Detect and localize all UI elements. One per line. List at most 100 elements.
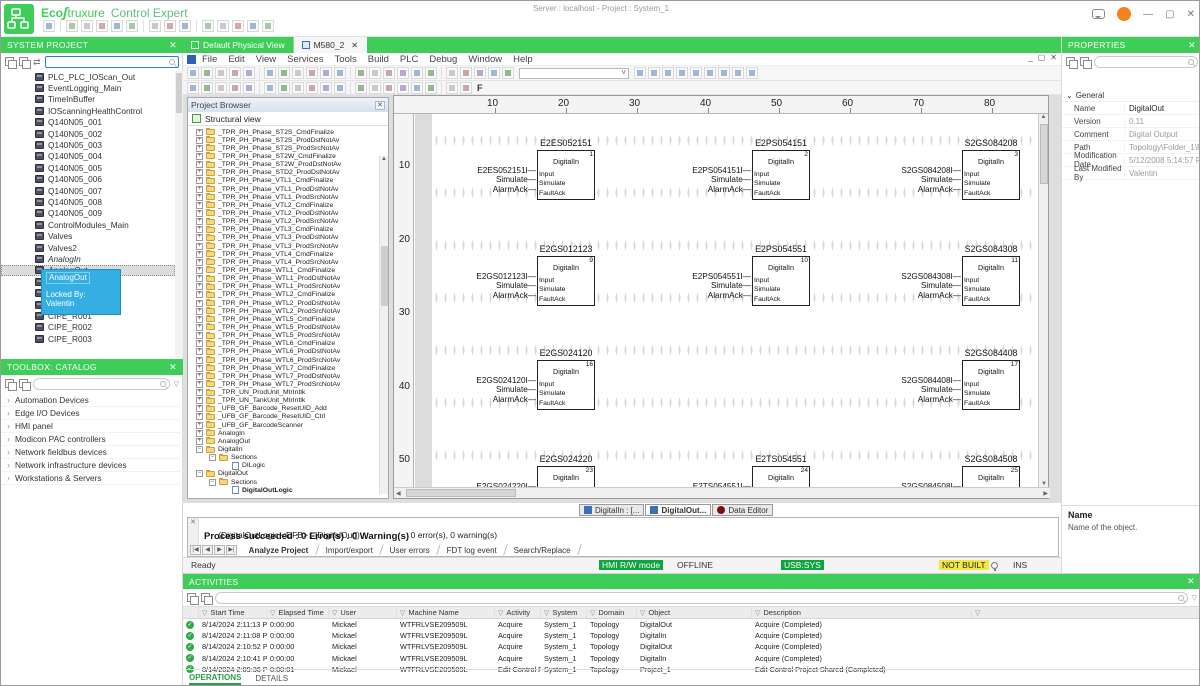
target-icon[interactable] (179, 20, 191, 32)
filter-icon[interactable]: ▽ (1192, 594, 1197, 602)
tree-node[interactable]: +_TPR_PH_Phase_ST2W_CmdFinalize (188, 152, 388, 160)
prev-tab-button[interactable]: ◀ (202, 545, 213, 555)
expand-all-icon[interactable] (5, 379, 15, 389)
tree-node[interactable]: +_TPR_UN_TankUnit_MtrIntlk (188, 397, 388, 405)
tree-node[interactable]: +_TPR_PH_Phase_VTL4_CmdFinalize (188, 250, 388, 258)
toolbox-item-network-fieldbus-devices[interactable]: ›Network fieldbus devices (1, 446, 183, 459)
tree-node[interactable]: +_TPR_PH_Phase_WTL7_ProdSrcNotAv (188, 380, 388, 388)
output-tab-import-export[interactable]: Import/export (316, 544, 384, 555)
column-header-domain[interactable]: ▽Domain (587, 607, 637, 618)
tree-expand-icon[interactable]: + (196, 389, 203, 396)
tree-node[interactable]: +_TPR_PH_Phase_WTL2_ProdDstNotAv (188, 299, 388, 307)
menu-help[interactable]: Help (513, 54, 533, 65)
fbd-tool-icon-18[interactable] (446, 82, 458, 94)
fbd-tool-icon-19[interactable] (460, 82, 472, 94)
tree-node[interactable]: +_TPR_UN_ProdUnit_MtrIntlk (188, 389, 388, 397)
close-tool-icon[interactable] (232, 20, 244, 32)
system-project-close-icon[interactable]: ✕ (169, 40, 177, 51)
tree-node[interactable]: +_TPR_PH_Phase_WTL5_ProdDstNotAv (188, 323, 388, 331)
help-icon[interactable] (262, 20, 274, 32)
tree-expand-icon[interactable]: + (196, 438, 203, 445)
main-tool-icon-18[interactable] (446, 67, 458, 79)
main-tool-icon-13[interactable] (369, 67, 381, 79)
sidebar-item-cipe_r003[interactable]: CIPE_R003 (1, 333, 175, 344)
tree-node[interactable]: +_TPR_PH_Phase_WTL7_ProdDstNotAv (188, 372, 388, 380)
tree-expand-icon[interactable]: + (196, 365, 203, 372)
tree-node[interactable]: −Sections (188, 478, 388, 486)
fbd-canvas[interactable]: E2ES0521511DigitalInInputSimulateFaultAc… (432, 114, 1040, 488)
doc-tab-digitalout-[interactable]: DigitalOut... (645, 504, 711, 516)
main-tool-icon-19[interactable] (460, 67, 472, 79)
feedback-bubble-icon[interactable] (1092, 9, 1105, 19)
tree-node[interactable]: DILogic (188, 462, 388, 470)
activity-row[interactable]: ✓8/14/2024 2:11:08 PM0:00:00MickaelWTFRL… (183, 630, 1200, 641)
tree-node[interactable]: +_UFB_GF_Barcode_ResetUID_Add (188, 405, 388, 413)
column-header-description[interactable]: ▽Description (752, 607, 972, 618)
toolbox-item-hmi-panel[interactable]: ›HMI panel (1, 420, 183, 433)
tree-expand-icon[interactable]: + (196, 405, 203, 412)
filter-icon[interactable]: ▽ (590, 609, 595, 617)
mdi-minimize-button[interactable]: _ (1028, 53, 1032, 62)
toolbox-item-modicon-pac-controllers[interactable]: ›Modicon PAC controllers (1, 433, 183, 446)
maximize-button[interactable]: ▢ (1165, 9, 1174, 20)
collapse-all-icon[interactable] (1080, 57, 1090, 67)
filter-icon[interactable]: ▽ (498, 609, 503, 617)
fbd-tool-icon-5[interactable] (243, 82, 255, 94)
system-project-scrollbar[interactable] (175, 71, 183, 357)
fbd-tool-icon-3[interactable] (215, 82, 227, 94)
sidebar-item-valves2[interactable]: Valves2 (1, 242, 175, 253)
property-row-version[interactable]: Version0.11 (1062, 115, 1200, 128)
tree-expand-icon[interactable]: + (196, 332, 203, 339)
main-tool-icon-17[interactable] (425, 67, 437, 79)
tree-expand-icon[interactable]: + (196, 137, 203, 144)
menu-tools[interactable]: Tools (335, 54, 357, 65)
tree-node[interactable]: +_TPR_PH_Phase_ST2S_ProdSrcNotAv (188, 144, 388, 152)
filter-icon[interactable]: ▽ (544, 609, 549, 617)
tree-expand-icon[interactable]: + (196, 283, 203, 290)
filter-icon[interactable]: ▽ (270, 609, 275, 617)
activities-tab-operations[interactable]: OPERATIONS (189, 673, 241, 685)
main-tool-icon-2[interactable] (201, 67, 213, 79)
filter-icon[interactable]: ▽ (755, 609, 760, 617)
expand-all-icon[interactable] (187, 593, 197, 603)
sidebar-item-q140n05_003[interactable]: Q140N05_003 (1, 139, 175, 150)
filter-icon[interactable]: ▽ (174, 380, 179, 388)
main-tool-extra-icon-1[interactable] (634, 67, 646, 79)
collapse-all-icon[interactable] (19, 379, 29, 389)
tree-node[interactable]: +_TPR_PH_Phase_VTL1_ProdDstNotAv (188, 185, 388, 193)
sidebar-item-q140n05_001[interactable]: Q140N05_001 (1, 117, 175, 128)
fbd-tool-icon-9[interactable] (306, 82, 318, 94)
expand-all-icon[interactable] (5, 57, 15, 67)
tree-node[interactable]: +_TPR_PH_Phase_VTL1_CmdFinalize (188, 177, 388, 185)
last-tab-button[interactable]: ▶| (226, 545, 237, 555)
tab-m580-2[interactable]: M580_2✕ (294, 37, 367, 53)
tree-node[interactable]: +_TPR_PH_Phase_VTL2_ProdDstNotAv (188, 209, 388, 217)
tree-expand-icon[interactable]: − (209, 454, 216, 461)
main-tool-extra-icon-7[interactable] (718, 67, 730, 79)
main-tool-extra-icon-9[interactable] (746, 67, 758, 79)
toolbox-search-input[interactable] (33, 378, 170, 390)
tree-node[interactable]: +_UFB_GF_BarcodeScanner (188, 421, 388, 429)
tree-expand-icon[interactable]: + (196, 316, 203, 323)
main-tool-extra-icon-8[interactable] (732, 67, 744, 79)
tree-node[interactable]: +_TPR_PH_Phase_WTL6_ProdDstNotAv (188, 348, 388, 356)
properties-close-icon[interactable]: ✕ (1188, 40, 1196, 51)
tree-expand-icon[interactable]: − (196, 470, 203, 477)
properties-section-general[interactable]: ⌄General (1062, 89, 1200, 102)
activities-search-input[interactable] (215, 592, 1188, 604)
tree-expand-icon[interactable]: − (209, 479, 216, 486)
tree-node[interactable]: +_TPR_PH_Phase_VTL3_CmdFinalize (188, 226, 388, 234)
undo-icon[interactable] (81, 20, 93, 32)
fbd-tool-icon-12[interactable] (355, 82, 367, 94)
sidebar-item-timeinbuffer[interactable]: TimeInBuffer (1, 94, 175, 105)
user-avatar[interactable] (1117, 7, 1131, 21)
menu-view[interactable]: View (256, 54, 276, 65)
main-tool-extra-icon-4[interactable] (676, 67, 688, 79)
minimize-button[interactable]: — (1143, 9, 1153, 20)
project-browser-close-icon[interactable]: ✕ (375, 101, 385, 110)
tree-node[interactable]: +_TPR_PH_Phase_WTL5_ProdSrcNotAv (188, 332, 388, 340)
column-header-start-time[interactable]: ▽Start Time (199, 607, 267, 618)
main-tool-icon-15[interactable] (397, 67, 409, 79)
tree-node[interactable]: +_TPR_PH_Phase_VTL3_ProdDstNotAv (188, 234, 388, 242)
column-header-activity[interactable]: ▽Activity (495, 607, 541, 618)
